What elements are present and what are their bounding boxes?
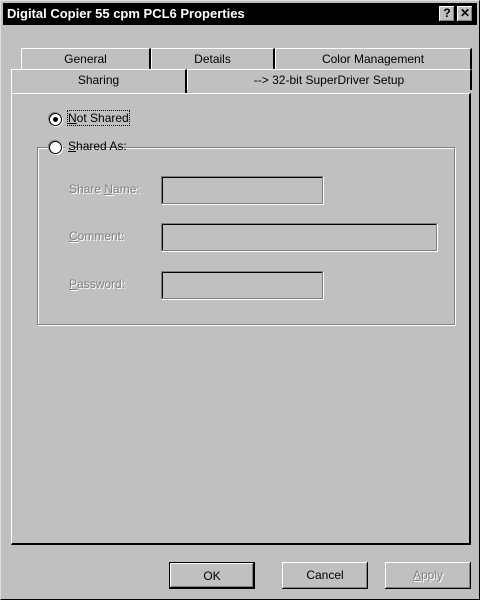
tab-superdriver-setup[interactable]: --> 32-bit SuperDriver Setup [187, 69, 472, 90]
tab-sharing[interactable]: Sharing [11, 69, 187, 93]
password-input[interactable] [161, 271, 323, 299]
not-shared-label[interactable]: Not Shared [67, 110, 130, 126]
apply-button[interactable]: Apply [385, 562, 471, 589]
cancel-button[interactable]: Cancel [282, 562, 368, 589]
share-name-input[interactable] [161, 176, 323, 204]
ok-button[interactable]: OK [169, 562, 255, 589]
share-name-label: Share Name: [69, 182, 140, 196]
password-label: Password: [69, 277, 126, 291]
comment-input[interactable] [161, 223, 437, 251]
tab-general[interactable]: General [21, 48, 151, 69]
title-bar[interactable]: Digital Copier 55 cpm PCL6 Properties ? … [3, 3, 477, 25]
tab-details[interactable]: Details [151, 48, 275, 69]
tab-color-management[interactable]: Color Management [275, 48, 472, 69]
shared-as-label[interactable]: Shared As: [68, 139, 127, 153]
radio-selected-dot [53, 117, 58, 122]
close-button[interactable]: ✕ [457, 6, 473, 22]
properties-dialog: Digital Copier 55 cpm PCL6 Properties ? … [0, 0, 480, 600]
shared-as-radio[interactable] [49, 141, 62, 154]
not-shared-radio[interactable] [49, 113, 62, 126]
comment-label: Comment: [69, 229, 125, 243]
help-button[interactable]: ? [439, 6, 455, 22]
window-title: Digital Copier 55 cpm PCL6 Properties [7, 6, 245, 21]
